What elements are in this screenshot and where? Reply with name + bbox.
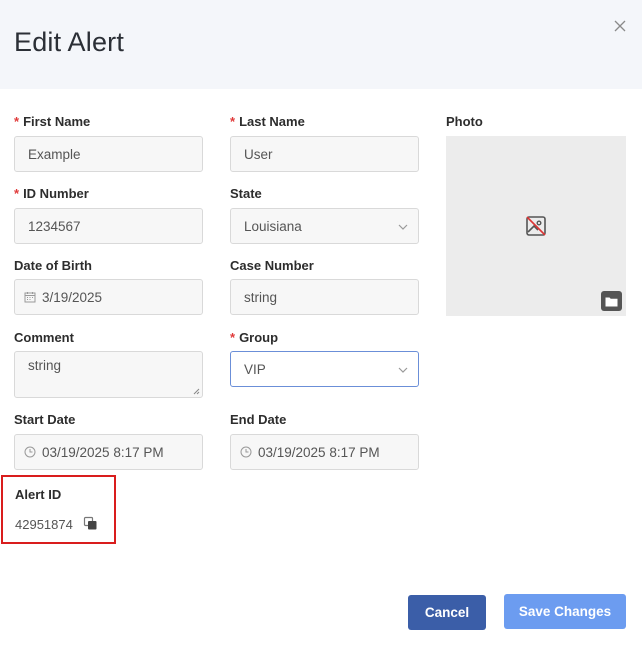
required-marker: * <box>14 114 20 129</box>
alert-id-label: Alert ID <box>15 487 62 502</box>
chevron-down-icon <box>398 224 408 230</box>
case-number-field[interactable]: string <box>230 279 419 315</box>
comment-label: Comment <box>14 330 74 345</box>
dob-value: 3/19/2025 <box>42 289 103 305</box>
state-select[interactable]: Louisiana <box>230 208 419 244</box>
chevron-down-icon <box>398 367 408 373</box>
photo-label: Photo <box>446 114 483 129</box>
last-name-field[interactable]: User <box>230 136 419 172</box>
group-label: * Group <box>230 330 279 345</box>
start-date-field[interactable]: 03/19/2025 8:17 PM <box>14 434 203 470</box>
close-icon[interactable] <box>611 17 629 35</box>
save-changes-button[interactable]: Save Changes <box>504 594 626 629</box>
photo-box[interactable] <box>446 136 626 316</box>
end-date-value: 03/19/2025 8:17 PM <box>258 444 380 460</box>
group-value: VIP <box>244 361 266 377</box>
state-value: Louisiana <box>244 218 302 234</box>
start-date-label: Start Date <box>14 412 76 427</box>
clock-icon <box>24 446 36 458</box>
required-marker: * <box>230 114 236 129</box>
last-name-value: User <box>244 146 273 162</box>
group-select[interactable]: VIP <box>230 351 419 387</box>
dob-label: Date of Birth <box>14 258 92 273</box>
last-name-label: * Last Name <box>230 114 305 129</box>
alert-id-section: Alert ID 42951874 <box>1 475 116 544</box>
comment-textarea[interactable]: string <box>14 351 203 398</box>
folder-icon <box>605 297 618 306</box>
alert-id-value: 42951874 <box>15 517 73 532</box>
required-marker: * <box>230 330 236 345</box>
comment-value: string <box>28 358 62 373</box>
resize-handle-icon[interactable] <box>192 387 200 395</box>
case-number-label: Case Number <box>230 258 314 273</box>
end-date-label: End Date <box>230 412 287 427</box>
calendar-icon <box>24 292 36 303</box>
id-number-label: * ID Number <box>14 186 89 201</box>
end-date-field[interactable]: 03/19/2025 8:17 PM <box>230 434 419 470</box>
first-name-value: Example <box>28 146 81 162</box>
required-marker: * <box>14 186 20 201</box>
state-label: State <box>230 186 262 201</box>
modal-header: Edit Alert <box>0 0 642 89</box>
id-number-value: 1234567 <box>28 218 81 234</box>
cancel-button[interactable]: Cancel <box>408 595 486 630</box>
page-title: Edit Alert <box>14 27 125 57</box>
dob-field[interactable]: 3/19/2025 <box>14 279 203 315</box>
image-placeholder-icon <box>526 216 546 236</box>
first-name-field[interactable]: Example <box>14 136 203 172</box>
first-name-label: * First Name <box>14 114 91 129</box>
start-date-value: 03/19/2025 8:17 PM <box>42 444 164 460</box>
copy-icon[interactable] <box>83 516 98 531</box>
id-number-field[interactable]: 1234567 <box>14 208 203 244</box>
clock-icon <box>240 446 252 458</box>
upload-photo-button[interactable] <box>601 291 622 311</box>
case-number-value: string <box>244 289 278 305</box>
